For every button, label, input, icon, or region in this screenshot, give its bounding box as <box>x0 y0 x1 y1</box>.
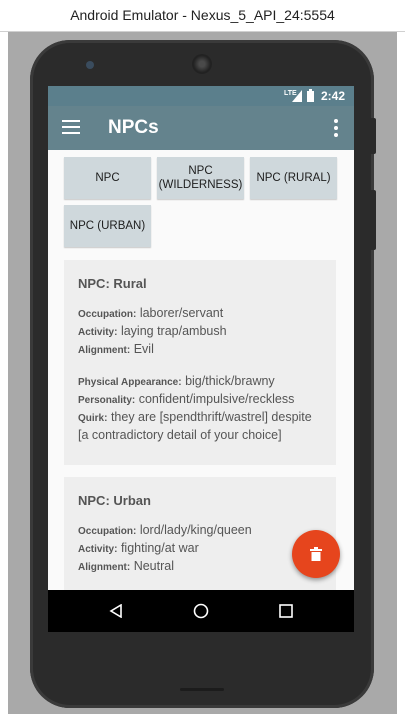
phone-side-button[interactable] <box>370 118 376 154</box>
bottom-speaker <box>180 688 224 691</box>
back-button[interactable] <box>91 590 141 632</box>
content-area: NPC NPC (WILDERNESS) NPC (RURAL) NPC (UR… <box>48 150 354 590</box>
trash-icon <box>310 547 322 561</box>
status-bar: LTE 2:42 <box>48 86 354 106</box>
phone-volume-button[interactable] <box>370 190 376 250</box>
recents-button[interactable] <box>261 590 311 632</box>
window-title: Android Emulator - Nexus_5_API_24:5554 <box>0 0 405 32</box>
overflow-menu-icon[interactable] <box>334 119 338 140</box>
npc-card-urban: NPC: Urban Occupation: lord/lady/king/qu… <box>64 477 336 590</box>
occupation-field: Occupation: lord/lady/king/queen <box>78 523 252 537</box>
app-bar: NPCs <box>48 106 354 150</box>
alignment-field: Alignment: Neutral <box>78 559 174 573</box>
home-button[interactable] <box>176 590 226 632</box>
occupation-field: Occupation: laborer/servant <box>78 306 224 320</box>
signal-icon <box>292 90 302 102</box>
activity-field: Activity: fighting/at war <box>78 541 199 555</box>
status-time: 2:42 <box>321 89 346 103</box>
npc-card-rural: NPC: Rural Occupation: laborer/servant A… <box>64 260 336 465</box>
earpiece-speaker <box>192 54 212 74</box>
back-icon <box>109 604 122 618</box>
npc-wilderness-button[interactable]: NPC (WILDERNESS) <box>157 157 244 199</box>
npc-urban-button[interactable]: NPC (URBAN) <box>64 205 151 247</box>
battery-icon <box>307 89 314 102</box>
navigation-bar <box>48 590 354 632</box>
npc-button[interactable]: NPC <box>64 157 151 199</box>
activity-field: Activity: laying trap/ambush <box>78 324 227 338</box>
menu-icon[interactable] <box>62 120 80 134</box>
delete-fab-button[interactable] <box>292 530 340 578</box>
home-icon <box>193 603 209 619</box>
physical-appearance-field: Physical Appearance: big/thick/brawny <box>78 374 275 388</box>
app-title: NPCs <box>108 117 159 138</box>
quirk-field: Quirk: they are [spendthrift/wastrel] de… <box>78 410 312 442</box>
npc-rural-button[interactable]: NPC (RURAL) <box>250 157 337 199</box>
card-title: NPC: Rural <box>78 276 147 291</box>
device-screen: LTE 2:42 NPCs NPC NPC (WILDERNESS) NPC (… <box>48 86 354 632</box>
recents-icon <box>279 604 293 618</box>
front-camera <box>86 61 94 69</box>
personality-field: Personality: confident/impulsive/reckles… <box>78 392 295 406</box>
alignment-field: Alignment: Evil <box>78 342 154 356</box>
card-title: NPC: Urban <box>78 493 151 508</box>
